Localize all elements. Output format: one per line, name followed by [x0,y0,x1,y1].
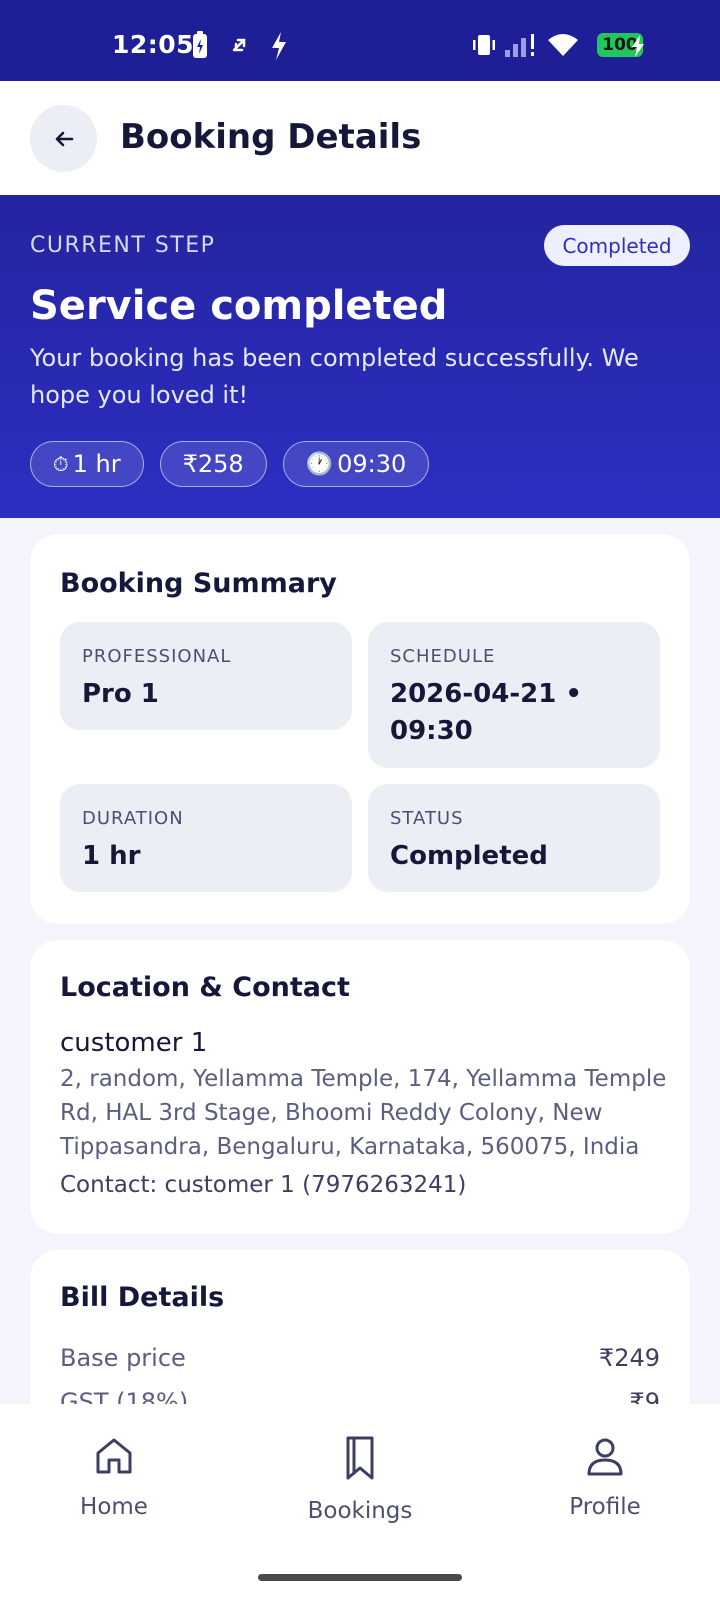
flash-icon [268,30,290,66]
booking-summary-card: Booking Summary PROFESSIONAL Pro 1 SCHED… [30,534,690,924]
bill-label: Base price [60,1344,186,1372]
sync-icon [228,30,252,64]
chip-text: ₹258 [182,450,244,478]
nav-item-bookings[interactable]: Bookings [260,1434,460,1524]
tile-label: STATUS [390,808,464,829]
location-contact-card: Location & Contact customer 1 2, random,… [30,940,690,1234]
tile-value: Pro 1 [82,679,159,709]
home-indicator[interactable] [258,1574,462,1581]
page-title: Booking Details [120,117,422,157]
nav-label: Profile [569,1494,641,1520]
schedule-tile: SCHEDULE 2026-04-21 • 09:30 [368,622,660,768]
info-chips: ⏱ 1 hr ₹258 🕐 09:30 [30,441,430,487]
step-description: Your booking has been completed successf… [30,344,639,409]
signal-icon [503,30,539,64]
nav-item-profile[interactable]: Profile [505,1434,705,1520]
tile-label: PROFESSIONAL [82,646,232,667]
tile-label: SCHEDULE [390,646,496,667]
step-headline: Service completed [30,283,448,329]
bill-row: Base price ₹249 [60,1344,660,1372]
bookmark-icon [346,1436,374,1480]
wifi-icon [546,30,580,64]
customer-contact: Contact: customer 1 (7976263241) [60,1172,467,1198]
back-button[interactable] [30,105,97,172]
app-bar: Booking Details [0,81,720,195]
customer-name: customer 1 [60,1028,208,1058]
bill-amount: ₹249 [598,1344,660,1372]
charging-icon [630,34,646,62]
nav-label: Home [80,1494,148,1520]
home-icon [96,1438,132,1474]
card-title: Bill Details [60,1282,225,1313]
nav-item-home[interactable]: Home [14,1434,214,1520]
status-badge: Completed [544,225,690,266]
arrow-left-icon [55,131,73,146]
tile-value: 2026-04-21 • 09:30 [390,679,582,746]
clock-icon: 🕐 [305,451,334,477]
customer-address: 2, random, Yellamma Temple, 174, Yellamm… [60,1066,667,1160]
tile-label: DURATION [82,808,184,829]
price-chip: ₹258 [159,441,267,487]
card-title: Location & Contact [60,972,350,1003]
duration-chip: ⏱ 1 hr [30,441,144,487]
vibrate-icon [471,30,497,64]
user-icon [587,1438,623,1476]
status-bar: 12:05 100 [0,0,720,81]
chip-text: 1 hr [72,450,121,478]
professional-tile: PROFESSIONAL Pro 1 [60,622,352,730]
status-tile: STATUS Completed [368,784,660,892]
current-step-banner: CURRENT STEP Completed Service completed… [0,195,720,518]
battery-saver-icon [190,30,210,64]
tile-value: Completed [390,841,548,871]
step-label: CURRENT STEP [30,233,216,258]
tile-value: 1 hr [82,841,141,871]
time-chip: 🕐 09:30 [282,441,430,487]
timer-icon: ⏱ [53,452,69,476]
duration-tile: DURATION 1 hr [60,784,352,892]
status-time: 12:05 [112,30,195,59]
card-title: Booking Summary [60,568,337,599]
nav-label: Bookings [307,1498,413,1524]
bottom-navigation: Home Bookings Profile [0,1404,720,1600]
chip-text: 09:30 [337,450,407,478]
